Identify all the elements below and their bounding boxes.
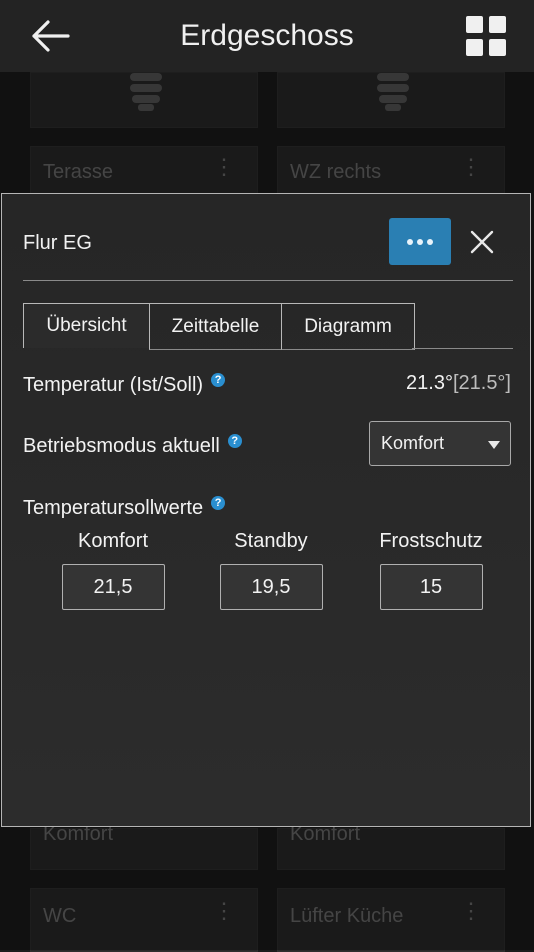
divider bbox=[23, 280, 513, 281]
setpoint-frostschutz-input[interactable]: 15 bbox=[379, 564, 483, 610]
tile-lamp-right[interactable] bbox=[277, 72, 505, 128]
tab-uebersicht[interactable]: Übersicht bbox=[23, 303, 150, 348]
setpoint-standby: Standby 19,5 bbox=[191, 530, 351, 610]
close-icon[interactable] bbox=[469, 229, 495, 255]
page-title: Erdgeschoss bbox=[180, 19, 354, 52]
mode-label: Betriebsmodus aktuell? bbox=[23, 434, 242, 458]
thermostat-dialog: Flur EG Übersicht Zeittabelle Diagramm T… bbox=[1, 193, 531, 827]
setpoint-frostschutz: Frostschutz 15 bbox=[351, 530, 511, 610]
grid-icon[interactable] bbox=[466, 16, 506, 56]
setpoint-name: Komfort bbox=[77, 530, 149, 552]
dialog-title: Flur EG bbox=[23, 232, 92, 254]
tile-label: Lüfter Küche bbox=[290, 905, 404, 927]
lightbulb-icon bbox=[130, 73, 162, 111]
setpoint-komfort-input[interactable]: 21,5 bbox=[61, 564, 165, 610]
tile-label: Terasse bbox=[43, 161, 114, 183]
ellipsis-icon bbox=[407, 238, 413, 245]
temperature-soll: [21.5°] bbox=[452, 372, 511, 394]
temperature-ist: 21.3° bbox=[406, 372, 453, 394]
tab-label: Übersicht bbox=[46, 315, 127, 336]
mode-select[interactable]: Komfort bbox=[369, 421, 511, 466]
more-vertical-icon[interactable]: ⋮ bbox=[213, 900, 235, 922]
tile-wc[interactable]: WC ⋮ bbox=[30, 888, 258, 952]
setpoint-name: Frostschutz bbox=[379, 530, 483, 552]
setpoint-komfort: Komfort 21,5 bbox=[33, 530, 193, 610]
setpoint-standby-input[interactable]: 19,5 bbox=[219, 564, 323, 610]
tile-komfort-left[interactable]: Komfort bbox=[30, 823, 258, 870]
more-vertical-icon[interactable]: ⋮ bbox=[460, 156, 482, 178]
tile-label: WZ rechts bbox=[290, 161, 382, 183]
tile-label: WC bbox=[43, 905, 77, 927]
more-options-button[interactable] bbox=[389, 218, 451, 265]
chevron-down-icon bbox=[488, 441, 500, 449]
tile-komfort-right[interactable]: Komfort bbox=[277, 823, 505, 870]
help-icon[interactable]: ? bbox=[211, 373, 226, 387]
tile-wz-rechts[interactable]: WZ rechts ⋮ bbox=[277, 146, 505, 196]
arrow-left-icon[interactable] bbox=[28, 18, 72, 54]
tab-label: Zeittabelle bbox=[171, 315, 260, 337]
tile-luefter-kueche[interactable]: Lüfter Küche ⋮ bbox=[277, 888, 505, 952]
help-icon[interactable]: ? bbox=[227, 434, 242, 448]
tab-bar: Übersicht Zeittabelle Diagramm bbox=[23, 303, 415, 350]
tile-lamp-left[interactable] bbox=[30, 72, 258, 128]
mode-select-value: Komfort bbox=[381, 433, 445, 453]
tile-terasse[interactable]: Terasse ⋮ bbox=[30, 146, 258, 196]
more-vertical-icon[interactable]: ⋮ bbox=[213, 156, 235, 178]
help-icon[interactable]: ? bbox=[211, 496, 226, 510]
tab-diagramm[interactable]: Diagramm bbox=[281, 303, 415, 350]
setpoints-label: Temperatursollwerte? bbox=[23, 496, 226, 520]
temperature-label: Temperatur (Ist/Soll)? bbox=[23, 373, 226, 397]
more-vertical-icon[interactable]: ⋮ bbox=[460, 900, 482, 922]
setpoint-name: Standby bbox=[234, 530, 308, 552]
tab-zeittabelle[interactable]: Zeittabelle bbox=[149, 303, 282, 350]
app-bar: Erdgeschoss bbox=[0, 0, 534, 72]
tab-label: Diagramm bbox=[304, 315, 392, 337]
lightbulb-icon bbox=[377, 73, 409, 111]
temperature-value: 21.3°[21.5°] bbox=[406, 372, 511, 395]
tab-underline bbox=[412, 348, 513, 349]
